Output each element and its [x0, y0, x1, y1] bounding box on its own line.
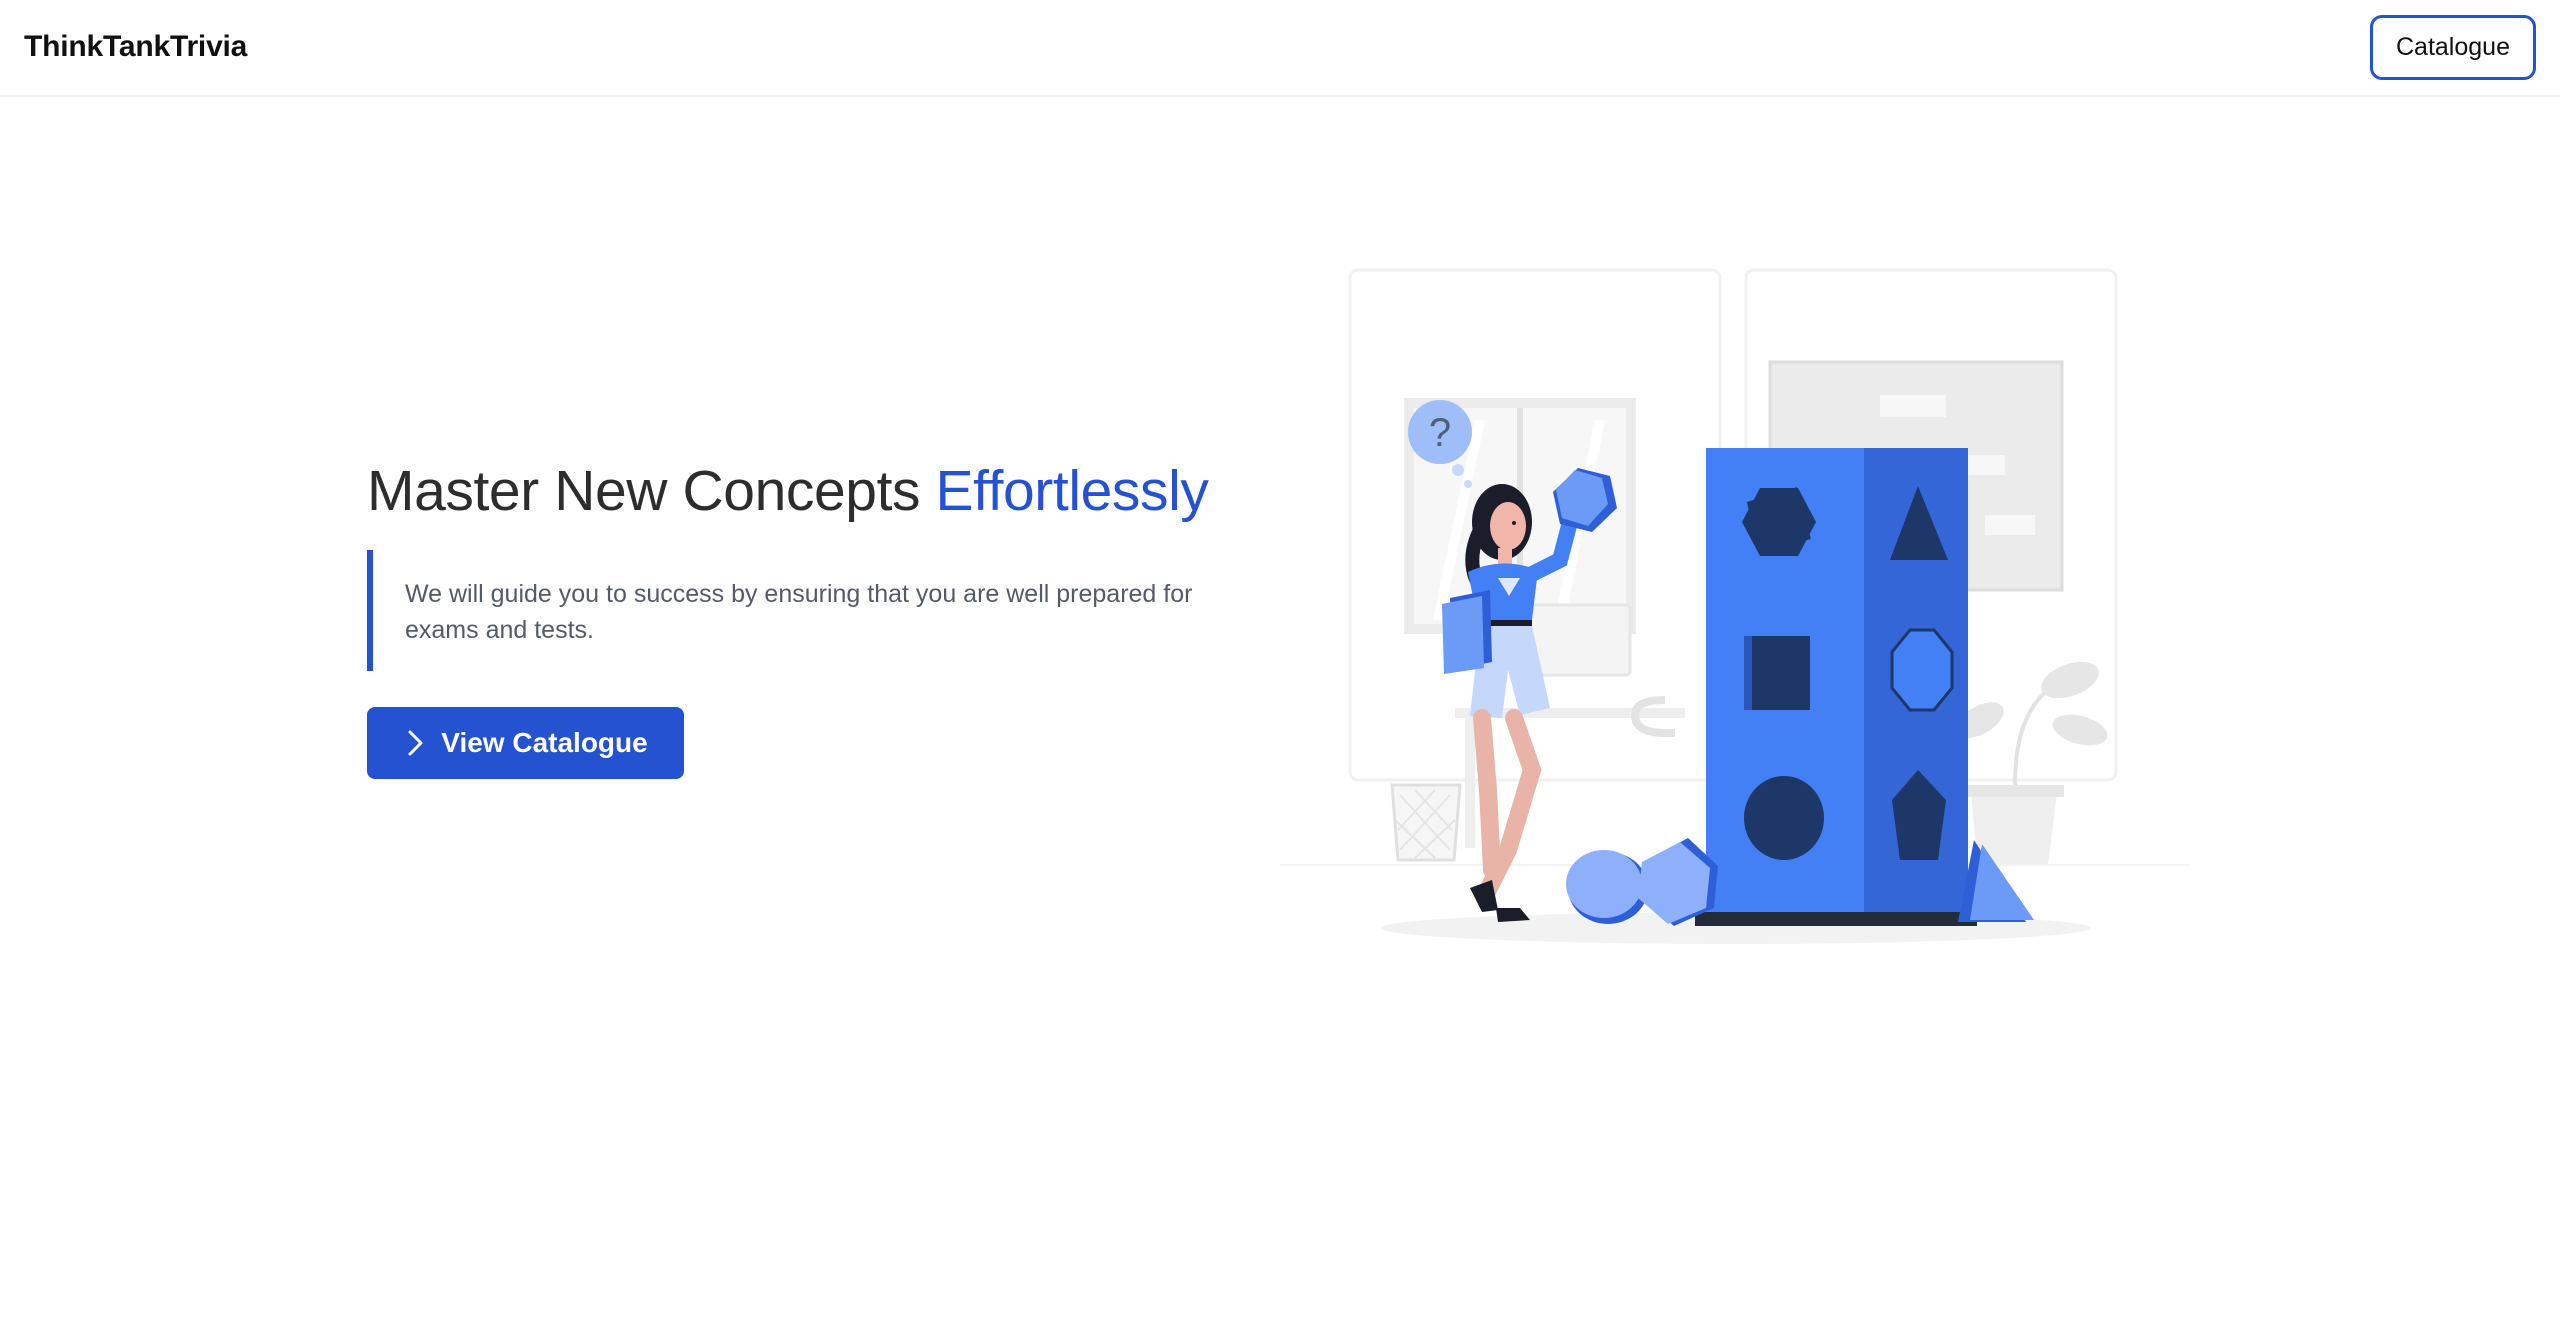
- question-mark-text: ?: [1429, 411, 1451, 455]
- hero-description-text: We will guide you to success by ensuring…: [405, 580, 1193, 644]
- hero-title-accent: Effortlessly: [935, 459, 1209, 523]
- plant-icon: [1956, 661, 2108, 865]
- shape-sorter-illustration: ?: [1280, 268, 2190, 944]
- circle-slot-icon: [1744, 776, 1824, 860]
- octagon-slot-icon: [1890, 628, 1954, 712]
- view-catalogue-button[interactable]: View Catalogue: [367, 707, 684, 779]
- book-icon: [1442, 590, 1492, 674]
- waste-basket-icon: [1390, 783, 1462, 862]
- hero-title: Master New Concepts Effortlessly: [367, 458, 1209, 524]
- chevron-right-icon: [403, 728, 427, 758]
- hero-illustration: ?: [1270, 260, 2200, 960]
- square-slot-icon: [1750, 636, 1810, 710]
- brand-logo[interactable]: ThinkTankTrivia: [24, 30, 247, 64]
- view-catalogue-label: View Catalogue: [441, 727, 648, 758]
- hero-description: We will guide you to success by ensuring…: [367, 550, 1267, 671]
- top-navbar: ThinkTankTrivia Catalogue: [0, 0, 2560, 97]
- shape-sorter-tower-icon: [1695, 448, 1977, 926]
- hero-title-main: Master New Concepts: [367, 459, 936, 523]
- catalogue-nav-button[interactable]: Catalogue: [2370, 15, 2536, 80]
